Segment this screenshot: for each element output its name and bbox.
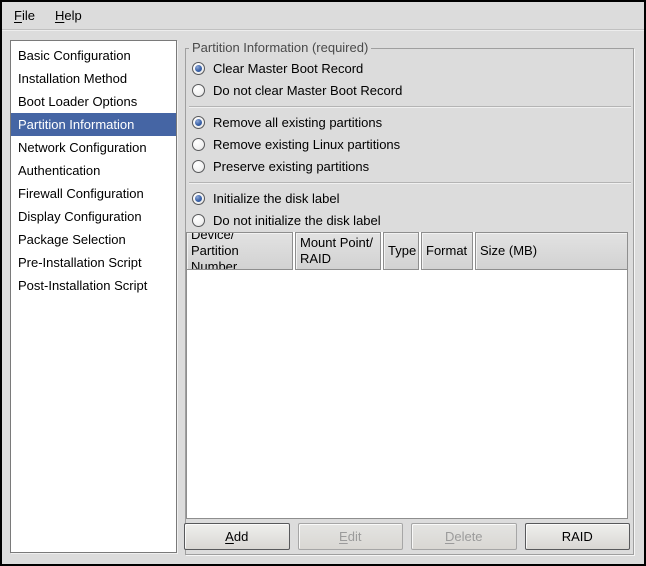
radio-button-icon[interactable] <box>192 160 205 173</box>
partition-table-body <box>186 270 628 519</box>
edit-button: Edit <box>298 523 404 550</box>
sidebar-item-network-configuration[interactable]: Network Configuration <box>11 136 176 159</box>
kickstart-configurator-window: FileHelp Basic ConfigurationInstallation… <box>0 0 646 566</box>
radio-label: Clear Master Boot Record <box>213 61 363 76</box>
radio-button-icon[interactable] <box>192 214 205 227</box>
sidebar-item-package-selection[interactable]: Package Selection <box>11 228 176 251</box>
menubar: FileHelp <box>2 2 644 30</box>
sidebar-item-authentication[interactable]: Authentication <box>11 159 176 182</box>
sidebar-item-boot-loader-options[interactable]: Boot Loader Options <box>11 90 176 113</box>
group-separator <box>189 106 631 108</box>
sidebar-item-pre-installation-script[interactable]: Pre-Installation Script <box>11 251 176 274</box>
partition-button-row: Add Edit Delete RAID <box>184 523 630 550</box>
radio-button-icon[interactable] <box>192 84 205 97</box>
radio-do-not-initialize-the-disk-label[interactable]: Do not initialize the disk label <box>192 210 381 230</box>
column-header-format[interactable]: Format <box>421 232 473 270</box>
menu-help[interactable]: Help <box>45 2 92 29</box>
sidebar-item-installation-method[interactable]: Installation Method <box>11 67 176 90</box>
partition-table-header: Device/ Partition NumberMount Point/ RAI… <box>186 232 628 270</box>
menu-file[interactable]: File <box>4 2 45 29</box>
column-header-size-mb[interactable]: Size (MB) <box>475 232 628 270</box>
radio-label: Remove existing Linux partitions <box>213 137 400 152</box>
add-button[interactable]: Add <box>184 523 290 550</box>
radio-label: Do not clear Master Boot Record <box>213 83 402 98</box>
radio-do-not-clear-master-boot-record[interactable]: Do not clear Master Boot Record <box>192 80 402 100</box>
group-separator <box>189 182 631 184</box>
frame-title: Partition Information (required) <box>189 40 371 56</box>
raid-button[interactable]: RAID <box>525 523 631 550</box>
sidebar-item-basic-configuration[interactable]: Basic Configuration <box>11 44 176 67</box>
radio-label: Remove all existing partitions <box>213 115 382 130</box>
radio-remove-all-existing-partitions[interactable]: Remove all existing partitions <box>192 112 382 132</box>
sidebar-item-post-installation-script[interactable]: Post-Installation Script <box>11 274 176 297</box>
column-header-mount-point[interactable]: Mount Point/ RAID <box>295 232 381 270</box>
radio-label: Preserve existing partitions <box>213 159 369 174</box>
sidebar-item-partition-information[interactable]: Partition Information <box>11 113 176 136</box>
radio-button-icon[interactable] <box>192 192 205 205</box>
radio-preserve-existing-partitions[interactable]: Preserve existing partitions <box>192 156 369 176</box>
radio-initialize-the-disk-label[interactable]: Initialize the disk label <box>192 188 339 208</box>
radio-button-icon[interactable] <box>192 116 205 129</box>
column-header-device[interactable]: Device/ Partition Number <box>186 232 293 270</box>
sidebar-item-display-configuration[interactable]: Display Configuration <box>11 205 176 228</box>
radio-remove-existing-linux-partitions[interactable]: Remove existing Linux partitions <box>192 134 400 154</box>
partition-table: Device/ Partition NumberMount Point/ RAI… <box>186 232 628 519</box>
radio-label: Initialize the disk label <box>213 191 339 206</box>
radio-button-icon[interactable] <box>192 62 205 75</box>
delete-button: Delete <box>411 523 517 550</box>
sidebar-item-firewall-configuration[interactable]: Firewall Configuration <box>11 182 176 205</box>
radio-label: Do not initialize the disk label <box>213 213 381 228</box>
radio-button-icon[interactable] <box>192 138 205 151</box>
column-header-type[interactable]: Type <box>383 232 419 270</box>
radio-clear-master-boot-record[interactable]: Clear Master Boot Record <box>192 58 363 78</box>
section-list[interactable]: Basic ConfigurationInstallation MethodBo… <box>10 40 177 553</box>
